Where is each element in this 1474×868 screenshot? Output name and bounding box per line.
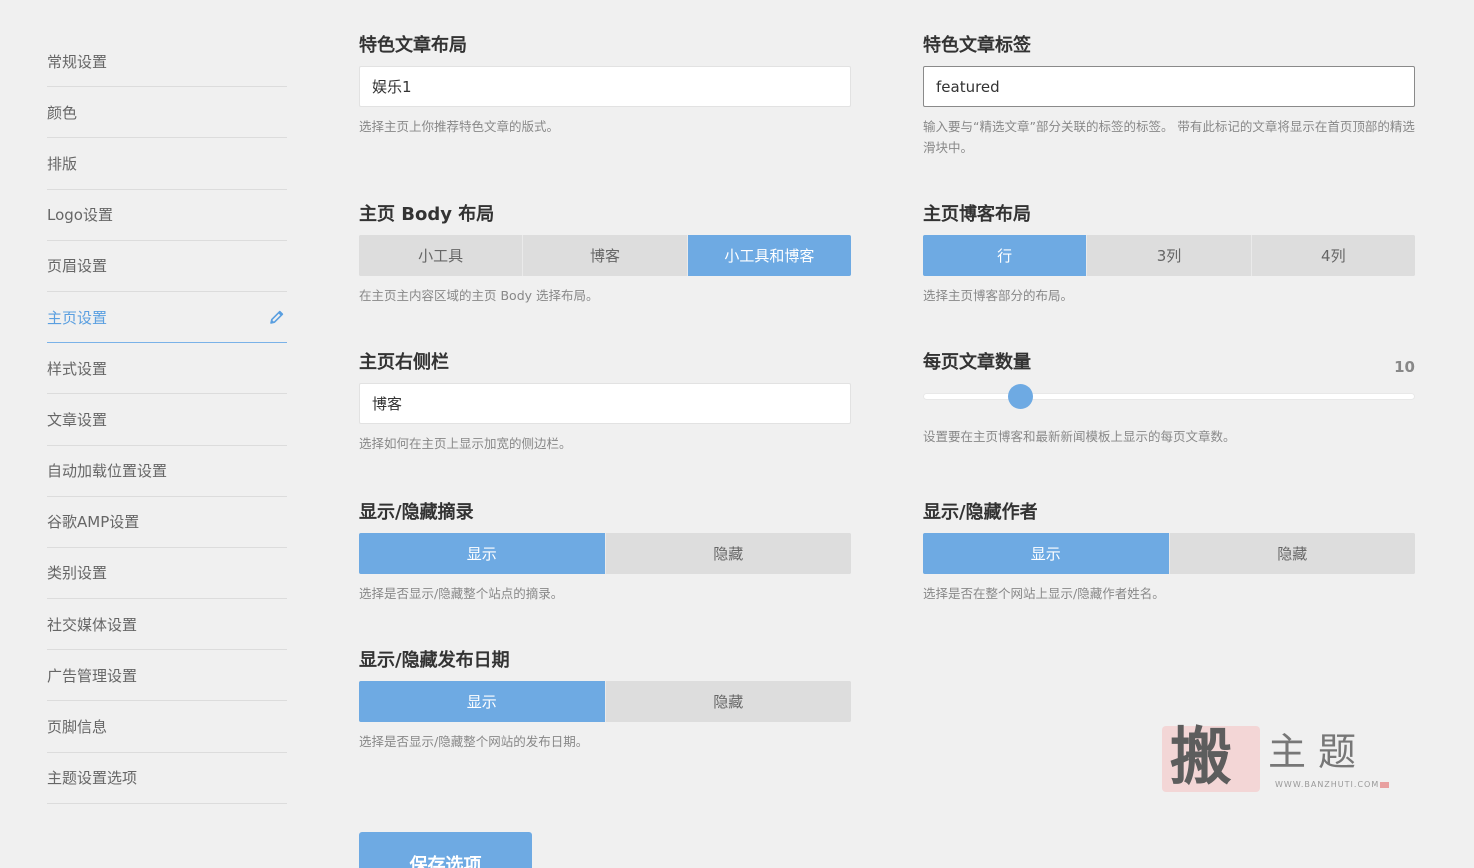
field-title: 显示/隐藏作者 xyxy=(923,502,1038,523)
watermark-big-char: 搬 xyxy=(1170,720,1233,793)
field-description: 设置要在主页博客和最新新闻模板上显示的每页文章数。 xyxy=(923,429,1236,444)
sidebar-item-label: 类别设置 xyxy=(47,564,108,583)
right-sidebar-field: 主页右侧栏 选择如何在主页上显示加宽的侧边栏。 xyxy=(359,352,851,454)
posts-per-page-slider[interactable] xyxy=(923,384,1415,409)
slider-value: 10 xyxy=(1394,358,1415,376)
sidebar-item-label: 主题设置选项 xyxy=(47,769,138,788)
featured-tag-input[interactable] xyxy=(923,66,1415,107)
right-sidebar-input[interactable] xyxy=(359,383,851,424)
field-description: 选择主页博客部分的布局。 xyxy=(923,288,1074,303)
excerpt-toggle-segmented: 显示 隐藏 xyxy=(359,533,851,574)
field-title: 主页 Body 布局 xyxy=(359,204,495,225)
sidebar-item-label: 自动加载位置设置 xyxy=(47,462,168,481)
featured-tag-field: 特色文章标签 输入要与“精选文章”部分关联的标签的标签。 带有此标记的文章将显示… xyxy=(923,35,1415,158)
sidebar-item-footer[interactable]: 页脚信息 xyxy=(47,701,287,753)
author-hide-option[interactable]: 隐藏 xyxy=(1169,533,1415,574)
sidebar-item-typography[interactable]: 排版 xyxy=(47,138,287,190)
sidebar-item-label: 主页设置 xyxy=(47,308,108,327)
slider-thumb[interactable] xyxy=(1007,384,1033,409)
author-toggle-field: 显示/隐藏作者 显示 隐藏 选择是否在整个网站上显示/隐藏作者姓名。 xyxy=(923,502,1415,604)
blog-layout-3col-option[interactable]: 3列 xyxy=(1087,235,1252,276)
excerpt-hide-option[interactable]: 隐藏 xyxy=(605,533,851,574)
field-title: 特色文章标签 xyxy=(923,35,1031,56)
sidebar-item-ads[interactable]: 广告管理设置 xyxy=(47,650,287,702)
field-description: 输入要与“精选文章”部分关联的标签的标签。 带有此标记的文章将显示在首页顶部的精… xyxy=(923,119,1415,155)
watermark-url: WWW.BANZHUTI.COM xyxy=(1275,780,1380,789)
blog-layout-4col-option[interactable]: 4列 xyxy=(1251,235,1415,276)
author-toggle-segmented: 显示 隐藏 xyxy=(923,533,1415,574)
posts-per-page-field: 每页文章数量 10 设置要在主页博客和最新新闻模板上显示的每页文章数。 xyxy=(923,352,1415,447)
field-description: 在主页主内容区域的主页 Body 选择布局。 xyxy=(359,288,599,303)
sidebar-item-logo[interactable]: Logo设置 xyxy=(47,190,287,241)
sidebar-item-general[interactable]: 常规设置 xyxy=(47,36,287,88)
sidebar-item-style[interactable]: 样式设置 xyxy=(47,343,287,395)
sidebar-item-label: 广告管理设置 xyxy=(47,666,138,685)
blog-layout-row-option[interactable]: 行 xyxy=(923,235,1088,276)
sidebar-item-label: 页眉设置 xyxy=(47,257,108,276)
pencil-icon xyxy=(267,307,287,327)
excerpt-toggle-field: 显示/隐藏摘录 显示 隐藏 选择是否显示/隐藏整个站点的摘录。 xyxy=(359,502,851,604)
sidebar-item-theme-options[interactable]: 主题设置选项 xyxy=(47,753,287,804)
date-toggle-field: 显示/隐藏发布日期 显示 隐藏 选择是否显示/隐藏整个网站的发布日期。 xyxy=(359,650,851,752)
sidebar-item-label: 颜色 xyxy=(47,103,78,122)
sidebar-item-label: 样式设置 xyxy=(47,359,108,378)
save-options-button[interactable]: 保存选项 xyxy=(359,832,532,868)
sidebar-item-label: 社交媒体设置 xyxy=(47,615,138,634)
field-description: 选择如何在主页上显示加宽的侧边栏。 xyxy=(359,436,572,451)
sidebar-item-category[interactable]: 类别设置 xyxy=(47,548,287,600)
watermark-dot xyxy=(1380,782,1389,788)
author-show-option[interactable]: 显示 xyxy=(923,533,1170,574)
field-description: 选择是否显示/隐藏整个网站的发布日期。 xyxy=(359,734,589,749)
sidebar-item-label: Logo设置 xyxy=(47,206,113,225)
sidebar-item-social[interactable]: 社交媒体设置 xyxy=(47,599,287,651)
field-title: 显示/隐藏发布日期 xyxy=(359,650,510,671)
watermark-logo: 搬 主题 WWW.BANZHUTI.COM xyxy=(1160,722,1390,796)
date-toggle-segmented: 显示 隐藏 xyxy=(359,681,851,722)
featured-layout-input[interactable] xyxy=(359,66,851,107)
blog-layout-field: 主页博客布局 行 3列 4列 选择主页博客部分的布局。 xyxy=(923,204,1415,306)
settings-sidebar: 常规设置 颜色 排版 Logo设置 页眉设置 主页设置 样式设置 文章设置 自动… xyxy=(47,36,287,804)
body-layout-segmented: 小工具 博客 小工具和博客 xyxy=(359,235,851,276)
body-layout-widgets-option[interactable]: 小工具 xyxy=(359,235,524,276)
excerpt-show-option[interactable]: 显示 xyxy=(359,533,606,574)
field-description: 选择是否在整个网站上显示/隐藏作者姓名。 xyxy=(923,586,1165,601)
sidebar-item-homepage[interactable]: 主页设置 xyxy=(47,292,287,344)
date-show-option[interactable]: 显示 xyxy=(359,681,606,722)
field-title: 特色文章布局 xyxy=(359,35,467,56)
field-description: 选择主页上你推荐特色文章的版式。 xyxy=(359,119,560,134)
blog-layout-segmented: 行 3列 4列 xyxy=(923,235,1415,276)
field-title: 显示/隐藏摘录 xyxy=(359,502,474,523)
featured-layout-field: 特色文章布局 选择主页上你推荐特色文章的版式。 xyxy=(359,35,851,137)
sidebar-item-label: 文章设置 xyxy=(47,410,108,429)
sidebar-item-post[interactable]: 文章设置 xyxy=(47,394,287,446)
sidebar-item-header[interactable]: 页眉设置 xyxy=(47,241,287,292)
field-title: 主页博客布局 xyxy=(923,204,1031,225)
field-title: 每页文章数量 xyxy=(923,352,1031,373)
watermark-text: 主题 xyxy=(1268,730,1369,774)
sidebar-item-amp[interactable]: 谷歌AMP设置 xyxy=(47,497,287,548)
sidebar-item-label: 谷歌AMP设置 xyxy=(47,513,140,532)
field-description: 选择是否显示/隐藏整个站点的摘录。 xyxy=(359,586,564,601)
field-title: 主页右侧栏 xyxy=(359,352,449,373)
body-layout-blog-option[interactable]: 博客 xyxy=(523,235,688,276)
sidebar-item-label: 页脚信息 xyxy=(47,718,108,737)
date-hide-option[interactable]: 隐藏 xyxy=(605,681,851,722)
sidebar-item-label: 排版 xyxy=(47,154,78,173)
sidebar-item-colors[interactable]: 颜色 xyxy=(47,87,287,139)
sidebar-item-autoload[interactable]: 自动加载位置设置 xyxy=(47,446,287,497)
sidebar-item-label: 常规设置 xyxy=(47,52,108,71)
body-layout-widgets-and-blog-option[interactable]: 小工具和博客 xyxy=(687,235,851,276)
body-layout-field: 主页 Body 布局 小工具 博客 小工具和博客 在主页主内容区域的主页 Bod… xyxy=(359,204,851,306)
